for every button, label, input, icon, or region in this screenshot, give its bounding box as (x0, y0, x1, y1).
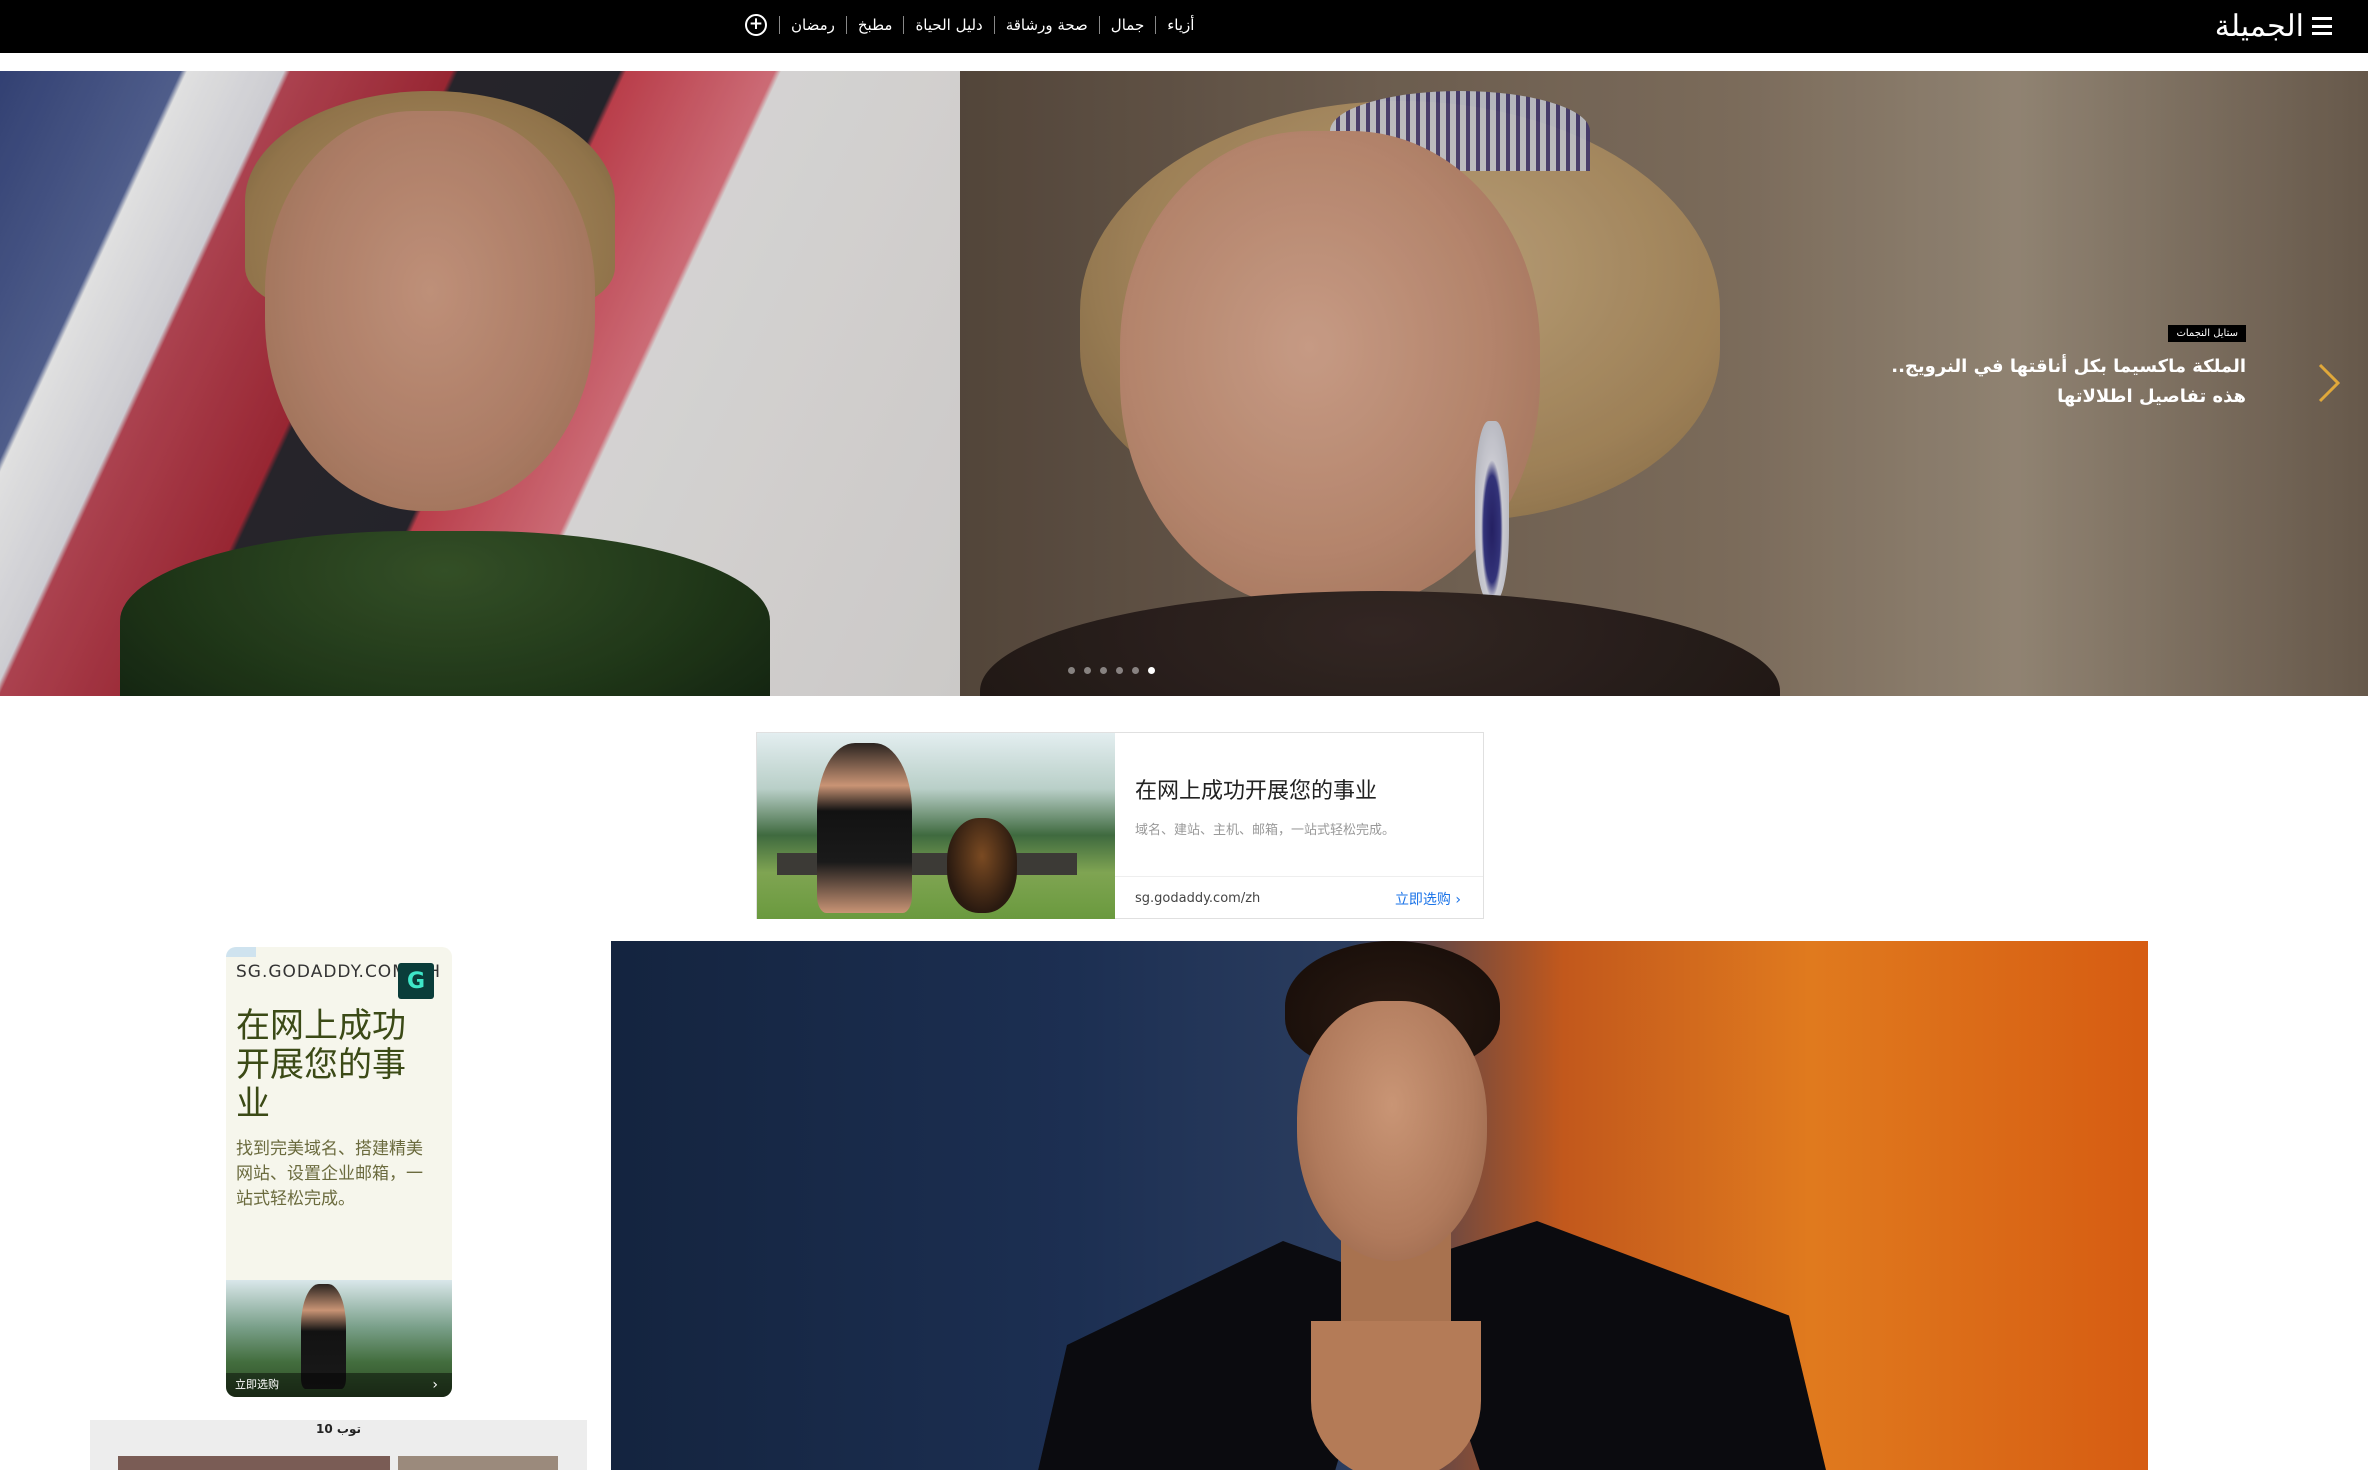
hero-slider[interactable]: ستايل النجمات الملكة ماكسيما بكل أناقتها… (0, 71, 2368, 696)
ad-domain[interactable]: sg.godaddy.com/zh (1135, 891, 1260, 906)
site-logo[interactable]: الجميلة (2215, 6, 2332, 46)
nav-item-ramadan[interactable]: رمضان (779, 15, 846, 34)
ad-cta-button[interactable]: 立即选购 › (1395, 889, 1461, 909)
feature-chest (1311, 1321, 1481, 1470)
top10-title: توب 10 (316, 1422, 361, 1436)
ad-body: 找到完美域名、搭建精美网站、设置企业邮箱，一站式轻松完成。 (236, 1139, 423, 1209)
slider-dot[interactable] (1132, 667, 1139, 674)
nav-item-beauty[interactable]: جمال (1098, 15, 1155, 34)
slider-dot[interactable] (1116, 667, 1123, 674)
slider-dot-active[interactable] (1148, 667, 1155, 674)
top-navigation-bar: أزياء جمال صحة ورشاقة دليل الحياة مطبخ ر… (0, 0, 2368, 53)
logo-text: الجميلة (2214, 8, 2304, 44)
ad-footer: sg.godaddy.com/zh 立即选购 › (1115, 876, 1483, 919)
ad-image[interactable]: 立即选购 › (226, 1280, 452, 1397)
featured-article-image[interactable] (611, 941, 2148, 1470)
top10-thumbnail[interactable] (398, 1456, 558, 1470)
top10-thumbnail[interactable] (118, 1456, 390, 1470)
hero-caption[interactable]: ستايل النجمات الملكة ماكسيما بكل أناقتها… (1846, 321, 2246, 412)
chevron-right-icon[interactable]: › (432, 1377, 438, 1393)
slider-dot[interactable] (1068, 667, 1075, 674)
slider-dot[interactable] (1100, 667, 1107, 674)
ad-headline[interactable]: 在网上成功开展您的事业 (236, 1007, 436, 1124)
slider-dots (1068, 667, 1155, 674)
top10-widget: توب 10 (90, 1420, 587, 1470)
ad-choices-icon[interactable] (226, 947, 256, 957)
ad-cta-button[interactable]: 立即选购 (235, 1376, 279, 1392)
godaddy-logo-icon: G (398, 963, 434, 999)
header-spacer (0, 53, 2368, 71)
ad-vertical[interactable]: SG.GODADDY.COM/ZH G 在网上成功开展您的事业 找到完美域名、搭… (226, 947, 452, 1397)
ad-image-person (817, 743, 912, 913)
hero-title[interactable]: الملكة ماكسيما بكل أناقتها في النرويج.. … (1846, 352, 2246, 412)
feature-face (1297, 1001, 1487, 1261)
hero-category-tag[interactable]: ستايل النجمات (2168, 325, 2246, 342)
ad-subtitle: 域名、建站、主机、邮箱，一站式轻松完成。 (1135, 823, 1396, 838)
ad-domain[interactable]: SG.GODADDY.COM/ZH (236, 962, 440, 982)
plus-circle-icon[interactable]: + (745, 13, 767, 36)
slider-dot[interactable] (1084, 667, 1091, 674)
chevron-right-icon[interactable] (2316, 363, 2342, 403)
hero-title-line: هذه تفاصيل اطلالاتها (2057, 386, 2246, 407)
hamburger-menu-icon[interactable] (2312, 17, 2332, 35)
nav-item-fashion[interactable]: أزياء (1155, 15, 1205, 34)
ad-image-dog (947, 818, 1017, 913)
ad-banner[interactable]: 在网上成功开展您的事业 域名、建站、主机、邮箱，一站式轻松完成。 sg.goda… (756, 732, 1484, 919)
nav-item-life-guide[interactable]: دليل الحياة (903, 15, 993, 34)
ad-title[interactable]: 在网上成功开展您的事业 (1135, 773, 1377, 805)
main-nav: أزياء جمال صحة ورشاقة دليل الحياة مطبخ ر… (745, 0, 1205, 49)
nav-item-health[interactable]: صحة ورشاقة (993, 15, 1099, 34)
hero-title-line: الملكة ماكسيما بكل أناقتها في النرويج.. (1891, 356, 2246, 377)
nav-item-kitchen[interactable]: مطبخ (845, 15, 904, 34)
ad-image[interactable] (757, 733, 1115, 919)
